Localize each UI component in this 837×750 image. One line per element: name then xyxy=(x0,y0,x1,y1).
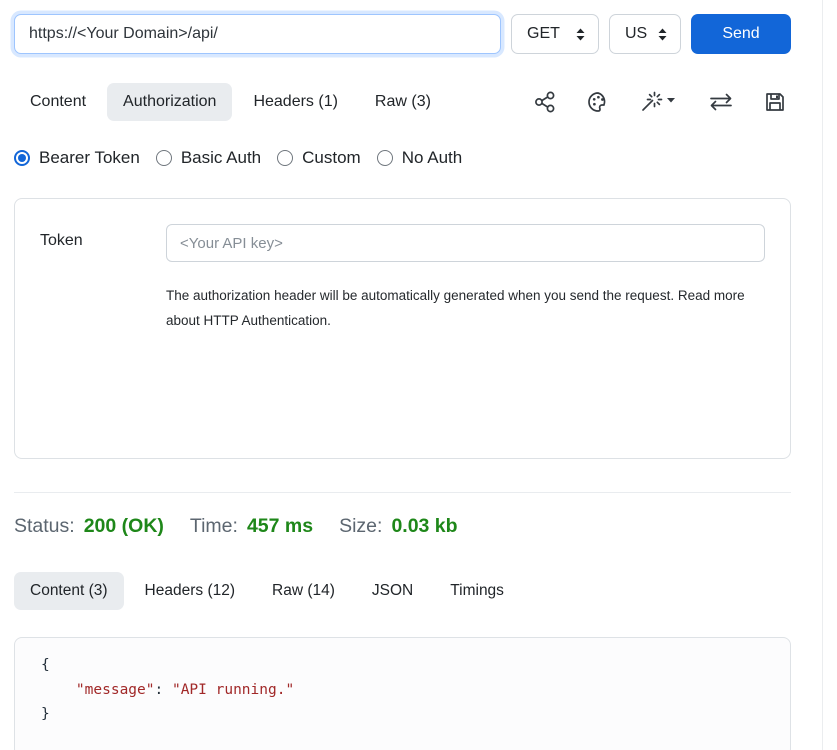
code-key: "message" xyxy=(76,682,155,698)
request-tabs-row: Content Authorization Headers (1) Raw (3… xyxy=(14,83,791,121)
token-input[interactable] xyxy=(166,224,765,262)
theme-button[interactable] xyxy=(586,90,610,114)
section-divider xyxy=(14,492,791,493)
send-button[interactable]: Send xyxy=(691,14,791,54)
radio-label: Custom xyxy=(302,148,361,168)
status-group: Status: 200 (OK) xyxy=(14,515,164,538)
request-tabs: Content Authorization Headers (1) Raw (3… xyxy=(14,83,447,121)
resp-tab-timings[interactable]: Timings xyxy=(434,572,520,610)
radio-label: No Auth xyxy=(402,148,463,168)
generate-code-button[interactable] xyxy=(639,90,679,114)
auth-type-options: Bearer Token Basic Auth Custom No Auth xyxy=(14,148,791,168)
share-button[interactable] xyxy=(533,90,557,114)
generate-code-wand-icon xyxy=(639,90,679,114)
size-value: 0.03 kb xyxy=(391,515,457,538)
code-brace: } xyxy=(41,706,50,722)
status-label: Status: xyxy=(14,515,75,538)
auth-option-no-auth[interactable]: No Auth xyxy=(377,148,463,168)
response-status-row: Status: 200 (OK) Time: 457 ms Size: 0.03… xyxy=(14,515,791,538)
scrollbar-track[interactable] xyxy=(822,0,823,750)
code-indent xyxy=(41,682,76,698)
token-label: Token xyxy=(40,224,166,250)
radio-icon xyxy=(377,150,393,166)
request-toolbar xyxy=(533,90,791,114)
region-select[interactable]: US xyxy=(609,14,681,54)
resp-tab-raw[interactable]: Raw (14) xyxy=(256,572,351,610)
auth-option-bearer-token[interactable]: Bearer Token xyxy=(14,148,140,168)
auth-option-custom[interactable]: Custom xyxy=(277,148,361,168)
compare-button[interactable] xyxy=(708,90,734,114)
radio-icon xyxy=(156,150,172,166)
code-value: "API running." xyxy=(172,682,294,698)
save-button[interactable] xyxy=(763,90,787,114)
code-line: "message": "API running." xyxy=(41,678,770,703)
updown-arrows-icon xyxy=(574,27,587,42)
time-label: Time: xyxy=(190,515,238,538)
code-colon: : xyxy=(155,682,172,698)
time-value: 457 ms xyxy=(247,515,313,538)
resp-tab-headers[interactable]: Headers (12) xyxy=(129,572,251,610)
api-request-tool: GET US Send Content Authorization Header… xyxy=(0,0,837,750)
time-group: Time: 457 ms xyxy=(190,515,313,538)
code-line: { xyxy=(41,653,770,678)
save-icon xyxy=(763,90,787,114)
code-line: } xyxy=(41,702,770,727)
status-value: 200 (OK) xyxy=(84,515,164,538)
tab-headers[interactable]: Headers (1) xyxy=(237,83,353,121)
radio-label: Basic Auth xyxy=(181,148,261,168)
auth-option-basic-auth[interactable]: Basic Auth xyxy=(156,148,261,168)
size-group: Size: 0.03 kb xyxy=(339,515,458,538)
tab-content[interactable]: Content xyxy=(14,83,102,121)
auth-help-text: The authorization header will be automat… xyxy=(166,283,765,333)
method-select-value: GET xyxy=(527,25,560,43)
radio-selected-icon xyxy=(14,150,30,166)
theme-palette-icon xyxy=(586,90,610,114)
tab-raw[interactable]: Raw (3) xyxy=(359,83,447,121)
token-row: Token xyxy=(40,224,765,262)
size-label: Size: xyxy=(339,515,382,538)
method-select[interactable]: GET xyxy=(511,14,599,54)
tab-authorization[interactable]: Authorization xyxy=(107,83,232,121)
request-bar: GET US Send xyxy=(14,14,791,54)
code-brace: { xyxy=(41,657,50,673)
region-select-value: US xyxy=(625,25,647,43)
resp-tab-json[interactable]: JSON xyxy=(356,572,429,610)
share-icon xyxy=(533,90,557,114)
main-content: GET US Send Content Authorization Header… xyxy=(14,14,791,750)
updown-arrows-icon xyxy=(656,27,669,42)
bearer-token-panel: Token The authorization header will be a… xyxy=(14,198,791,459)
url-input[interactable] xyxy=(14,14,501,54)
response-tabs: Content (3) Headers (12) Raw (14) JSON T… xyxy=(14,572,791,610)
compare-swap-icon xyxy=(708,90,734,114)
radio-icon xyxy=(277,150,293,166)
radio-label: Bearer Token xyxy=(39,148,140,168)
response-body-viewer[interactable]: { "message": "API running." } xyxy=(14,637,791,750)
resp-tab-content[interactable]: Content (3) xyxy=(14,572,124,610)
